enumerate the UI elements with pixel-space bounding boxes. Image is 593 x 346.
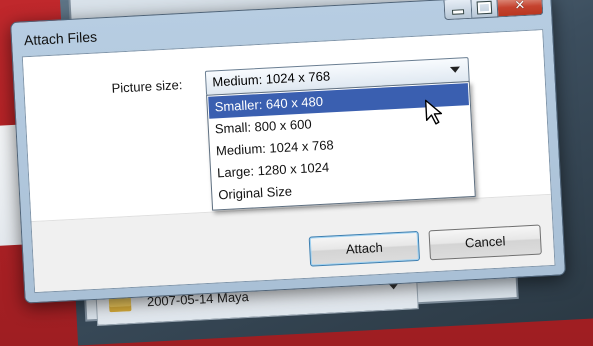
close-icon: ✕	[514, 0, 526, 14]
minimize-button[interactable]	[443, 0, 473, 21]
cancel-button[interactable]: Cancel	[428, 224, 542, 261]
dialog-client-area: Picture size: Medium: 1024 x 768 Smaller…	[21, 29, 556, 294]
arrow-cursor-icon	[424, 99, 443, 125]
maximize-icon	[476, 0, 493, 15]
close-button[interactable]: ✕	[497, 0, 544, 18]
chevron-down-icon[interactable]	[449, 66, 461, 74]
dialog-title: Attach Files	[23, 28, 98, 49]
minimize-icon	[451, 9, 465, 15]
picture-size-value: Medium: 1024 x 768	[212, 68, 331, 90]
attach-button[interactable]: Attach	[308, 230, 421, 267]
caption-buttons: ✕	[443, 0, 544, 21]
attach-files-dialog: Attach Files ✕ Picture size: Medium: 102…	[10, 0, 567, 304]
maximize-button[interactable]	[471, 0, 499, 19]
